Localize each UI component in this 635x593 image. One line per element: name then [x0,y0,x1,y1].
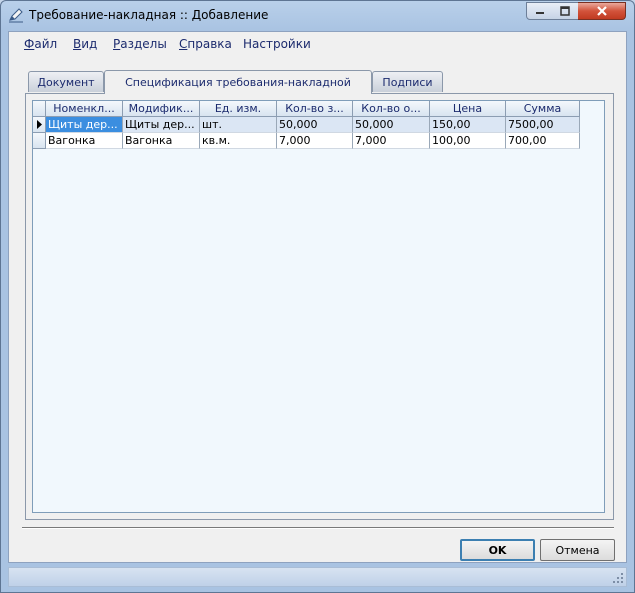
cell-price[interactable]: 150,00 [430,117,506,133]
cell-qty-released[interactable]: 7,000 [353,133,430,149]
cell-price[interactable]: 100,00 [430,133,506,149]
maximize-button[interactable] [552,2,579,20]
tab-specification[interactable]: Спецификация требования-накладной [104,70,372,94]
row-pointer-icon [37,120,42,129]
column-header-qty-requested[interactable]: Кол-во з... [277,101,353,117]
table-row[interactable]: Щиты дер... Щиты дер... шт. 50,000 50,00… [33,117,580,133]
cell-sum[interactable]: 700,00 [506,133,580,149]
column-header-qty-released[interactable]: Кол-во о... [353,101,430,117]
minimize-button[interactable] [526,2,553,20]
tab-signatures[interactable]: Подписи [372,71,443,92]
close-icon [596,6,607,16]
column-header-price[interactable]: Цена [430,101,506,117]
window-title: Требование-накладная :: Добавление [29,8,269,22]
tab-document[interactable]: Документ [28,71,104,92]
menu-view[interactable]: Вид [73,37,97,51]
menu-view-label: ид [81,37,98,51]
cell-qty-requested[interactable]: 50,000 [277,117,353,133]
cell-qty-requested[interactable]: 7,000 [277,133,353,149]
dialog-window: Требование-накладная :: Добавление Файл … [0,0,635,593]
status-bar [8,567,627,587]
menu-help-label: правка [187,37,232,51]
menu-file-accelerator: Ф [24,37,35,51]
cell-nomenclature[interactable]: Вагонка [46,133,123,149]
resize-grip-icon[interactable] [612,572,624,584]
cell-nomenclature[interactable]: Щиты дер... [46,117,123,133]
menu-view-accelerator: В [73,37,82,51]
column-header-unit[interactable]: Ед. изм. [200,101,277,117]
column-header-modification[interactable]: Модифик... [123,101,200,117]
edit-pen-icon [8,7,24,23]
menu-settings-label: Настройки [243,37,311,51]
table-row[interactable]: Вагонка Вагонка кв.м. 7,000 7,000 100,00… [33,133,580,149]
grid-corner-cell [33,101,46,117]
close-button[interactable] [578,2,626,20]
cell-unit[interactable]: шт. [200,117,277,133]
column-header-sum[interactable]: Сумма [506,101,580,117]
ok-button[interactable]: OK [460,539,535,561]
cell-modification[interactable]: Вагонка [123,133,200,149]
menu-sections-label: азделы [120,37,167,51]
row-indicator[interactable] [33,117,46,133]
button-separator [22,527,614,529]
grid-header-row: Номенкл... Модифик... Ед. изм. Кол-во з.… [33,101,580,117]
dialog-client-area: Файл Вид Разделы Справка Настройки Докум… [8,31,627,563]
column-header-nomenclature[interactable]: Номенкл... [46,101,123,117]
cell-unit[interactable]: кв.м. [200,133,277,149]
minimize-icon [535,12,544,14]
cell-sum[interactable]: 7500,00 [506,117,580,133]
title-bar[interactable]: Требование-накладная :: Добавление [1,1,634,31]
menu-bar: Файл Вид Разделы Справка Настройки [9,32,626,56]
maximize-icon [560,6,570,16]
menu-file-label: айл [34,37,58,51]
cell-modification[interactable]: Щиты дер... [123,117,200,133]
menu-file[interactable]: Файл [24,37,57,51]
row-indicator[interactable] [33,133,46,149]
specification-grid[interactable]: Номенкл... Модифик... Ед. изм. Кол-во з.… [32,100,605,513]
cancel-button[interactable]: Отмена [540,539,615,561]
menu-sections[interactable]: Разделы [113,37,167,51]
menu-help[interactable]: Справка [179,37,232,51]
specification-panel: Номенкл... Модифик... Ед. изм. Кол-во з.… [25,93,614,520]
menu-settings[interactable]: Настройки [243,37,311,51]
cell-qty-released[interactable]: 50,000 [353,117,430,133]
